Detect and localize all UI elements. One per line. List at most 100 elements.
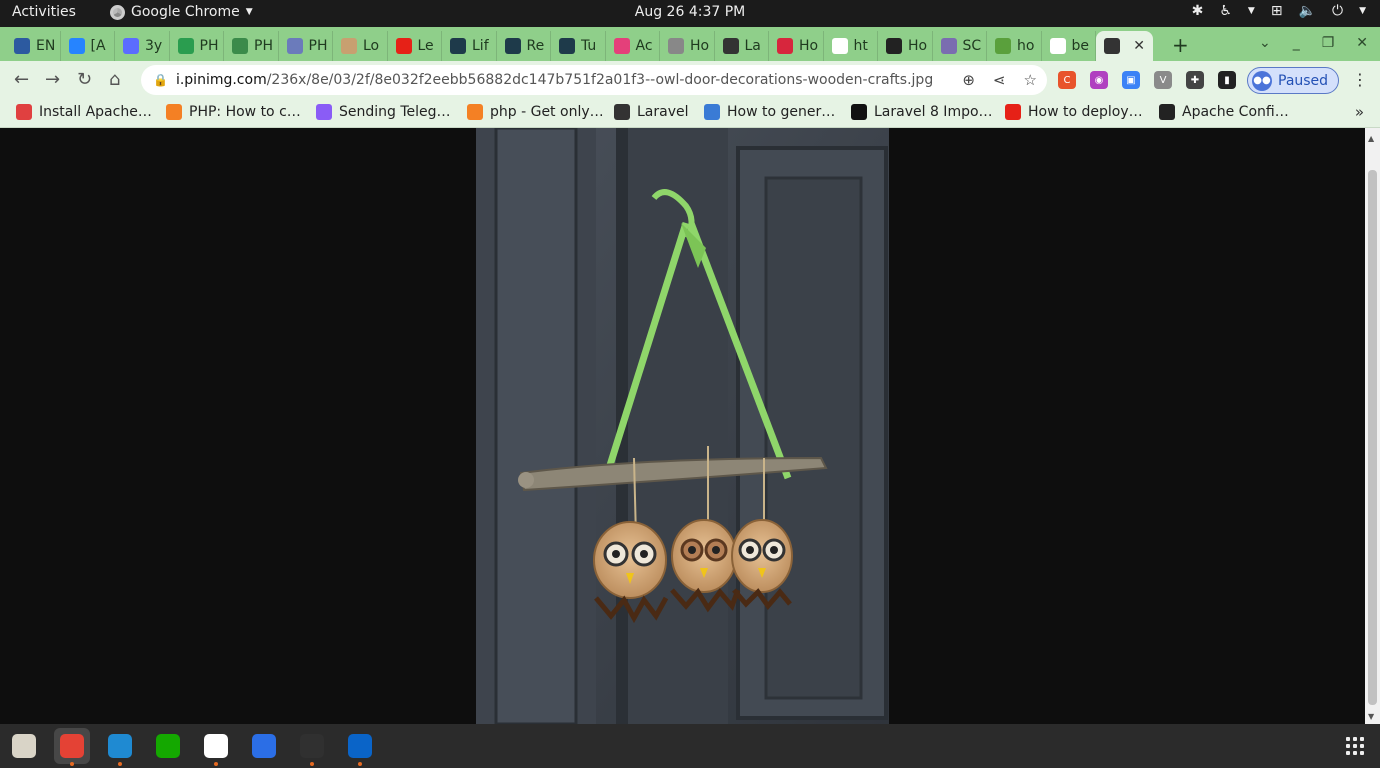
bookmark-item[interactable]: Apache Confi… — [1159, 104, 1289, 120]
bookmark-item[interactable]: How to deploy… — [1005, 104, 1143, 120]
bookmarks-overflow-icon[interactable]: » — [1355, 103, 1364, 121]
forward-button[interactable]: → — [45, 69, 60, 90]
bookmark-item[interactable]: Laravel — [614, 104, 689, 120]
tab-label: ht — [853, 38, 868, 54]
tab-13[interactable]: La — [715, 31, 769, 61]
bookmark-label: PHP: How to c… — [189, 104, 301, 120]
clock[interactable]: Aug 26 4:37 PM — [0, 4, 1380, 20]
dock-outlook[interactable] — [342, 728, 378, 766]
tab-12[interactable]: Ho — [660, 31, 715, 61]
tab-label: Tu — [581, 38, 597, 54]
show-applications-icon[interactable] — [1346, 737, 1364, 755]
bookmark-item[interactable]: Laravel 8 Impo… — [851, 104, 993, 120]
laravel-icon — [341, 38, 357, 54]
text-icon — [14, 38, 30, 54]
google-icon — [1049, 38, 1066, 54]
side-panel-icon[interactable]: ▮ — [1218, 71, 1236, 89]
bookmark-item[interactable]: Sending Teleg… — [316, 104, 451, 120]
accessibility-icon[interactable]: ♿ — [1219, 3, 1232, 19]
tab-search-icon[interactable]: ⌄ — [1259, 35, 1271, 51]
bookmark-item[interactable]: Install Apache… — [16, 104, 152, 120]
code-icon — [123, 38, 139, 54]
outlook-icon — [348, 734, 372, 758]
page-scrollbar[interactable]: ▲ ▼ — [1365, 128, 1380, 724]
extension-card-icon[interactable]: ▣ — [1122, 71, 1140, 89]
caret-down-icon[interactable]: ▼ — [1248, 6, 1255, 16]
bookmark-label: Laravel — [637, 104, 689, 120]
dock-upwork[interactable] — [150, 728, 186, 764]
maximize-button[interactable]: ❐ — [1322, 35, 1335, 51]
system-tray[interactable]: ✱ ♿ ▼ ⊞ 🔈 ⏻ ▼ — [1192, 3, 1366, 19]
tab-0[interactable]: EN — [6, 31, 61, 61]
extensions-puzzle-icon[interactable]: ✚ — [1186, 71, 1204, 89]
tab-label: Re — [526, 38, 545, 54]
tab-14[interactable]: Ho — [769, 31, 824, 61]
files-icon — [12, 734, 36, 758]
remmina-icon — [252, 734, 276, 758]
close-window-button[interactable]: ✕ — [1356, 35, 1368, 51]
tab-label: EN — [36, 38, 56, 54]
reload-button[interactable]: ↻ — [77, 69, 92, 90]
bookmark-star-icon[interactable]: ☆ — [1024, 71, 1037, 89]
youtube-icon — [395, 38, 412, 54]
tab-6[interactable]: Lo — [333, 31, 388, 61]
browser-toolbar: ← → ↻ ⌂ 🔒 i.pinimg.com/236x/8e/03/2f/8e0… — [0, 61, 1380, 99]
share-icon[interactable]: ⋖ — [993, 71, 1006, 89]
tab-11[interactable]: Ac — [606, 31, 660, 61]
react-icon — [504, 38, 521, 54]
minimize-button[interactable]: _ — [1293, 35, 1300, 51]
chrome-menu-icon[interactable]: ⋮ — [1352, 70, 1368, 89]
tab-19[interactable]: be — [1042, 31, 1096, 61]
tab-1[interactable]: [A — [61, 31, 115, 61]
github-icon — [1159, 104, 1175, 120]
back-button[interactable]: ← — [14, 69, 29, 90]
running-indicator — [214, 762, 218, 766]
extension-v-icon[interactable]: V — [1154, 71, 1172, 89]
php-icon — [286, 38, 303, 54]
tab-8[interactable]: Lif — [442, 31, 497, 61]
scrollbar-thumb[interactable] — [1368, 170, 1377, 705]
volume-icon[interactable]: 🔈 — [1299, 3, 1316, 19]
tab-20[interactable]: ✕ — [1096, 31, 1153, 61]
extension-c-icon[interactable]: C — [1058, 71, 1076, 89]
network-icon[interactable]: ⊞ — [1271, 3, 1283, 19]
home-button[interactable]: ⌂ — [109, 69, 120, 90]
tab-label: PH — [199, 38, 219, 54]
dock-files[interactable] — [6, 728, 42, 764]
address-bar[interactable]: 🔒 i.pinimg.com/236x/8e/03/2f/8e032f2eebb… — [141, 65, 1047, 95]
tab-3[interactable]: PH — [170, 31, 224, 61]
tab-10[interactable]: Tu — [551, 31, 606, 61]
profile-button[interactable]: ●● Paused — [1247, 67, 1339, 94]
tab-9[interactable]: Re — [497, 31, 551, 61]
close-tab-icon[interactable]: ✕ — [1133, 38, 1145, 54]
tab-15[interactable]: ht — [824, 31, 878, 61]
tab-18[interactable]: ho — [987, 31, 1042, 61]
tab-label: Le — [417, 38, 434, 54]
dock-chrome[interactable] — [54, 728, 90, 766]
tab-7[interactable]: Le — [388, 31, 442, 61]
lock-icon[interactable]: 🔒 — [153, 73, 168, 87]
zoom-icon[interactable]: ⊕ — [962, 71, 975, 89]
new-tab-button[interactable]: + — [1172, 33, 1189, 57]
dock-vscode[interactable] — [102, 728, 138, 766]
telegram-icon — [704, 104, 720, 120]
bookmark-item[interactable]: How to gener… — [704, 104, 835, 120]
scroll-down-icon[interactable]: ▼ — [1368, 712, 1374, 721]
running-indicator — [70, 762, 74, 766]
tab-17[interactable]: SC — [933, 31, 987, 61]
slack-tray-icon[interactable]: ✱ — [1192, 3, 1204, 19]
bookmark-item[interactable]: PHP: How to c… — [166, 104, 301, 120]
tab-16[interactable]: Ho — [878, 31, 933, 61]
tab-2[interactable]: 3y — [115, 31, 170, 61]
dock-terminal[interactable] — [294, 728, 330, 766]
scroll-up-icon[interactable]: ▲ — [1368, 134, 1374, 143]
tab-5[interactable]: PH — [279, 31, 333, 61]
tab-4[interactable]: PH — [224, 31, 279, 61]
power-icon[interactable]: ⏻ — [1332, 3, 1343, 19]
extension-color-icon[interactable]: ◉ — [1090, 71, 1108, 89]
caret-down-icon[interactable]: ▼ — [1359, 6, 1366, 16]
dock-remmina[interactable] — [246, 728, 282, 764]
bookmark-item[interactable]: php - Get only… — [467, 104, 604, 120]
dock-slack[interactable] — [198, 728, 234, 766]
url-path: /236x/8e/03/2f/8e032f2eebb56882dc147b751… — [266, 72, 934, 88]
